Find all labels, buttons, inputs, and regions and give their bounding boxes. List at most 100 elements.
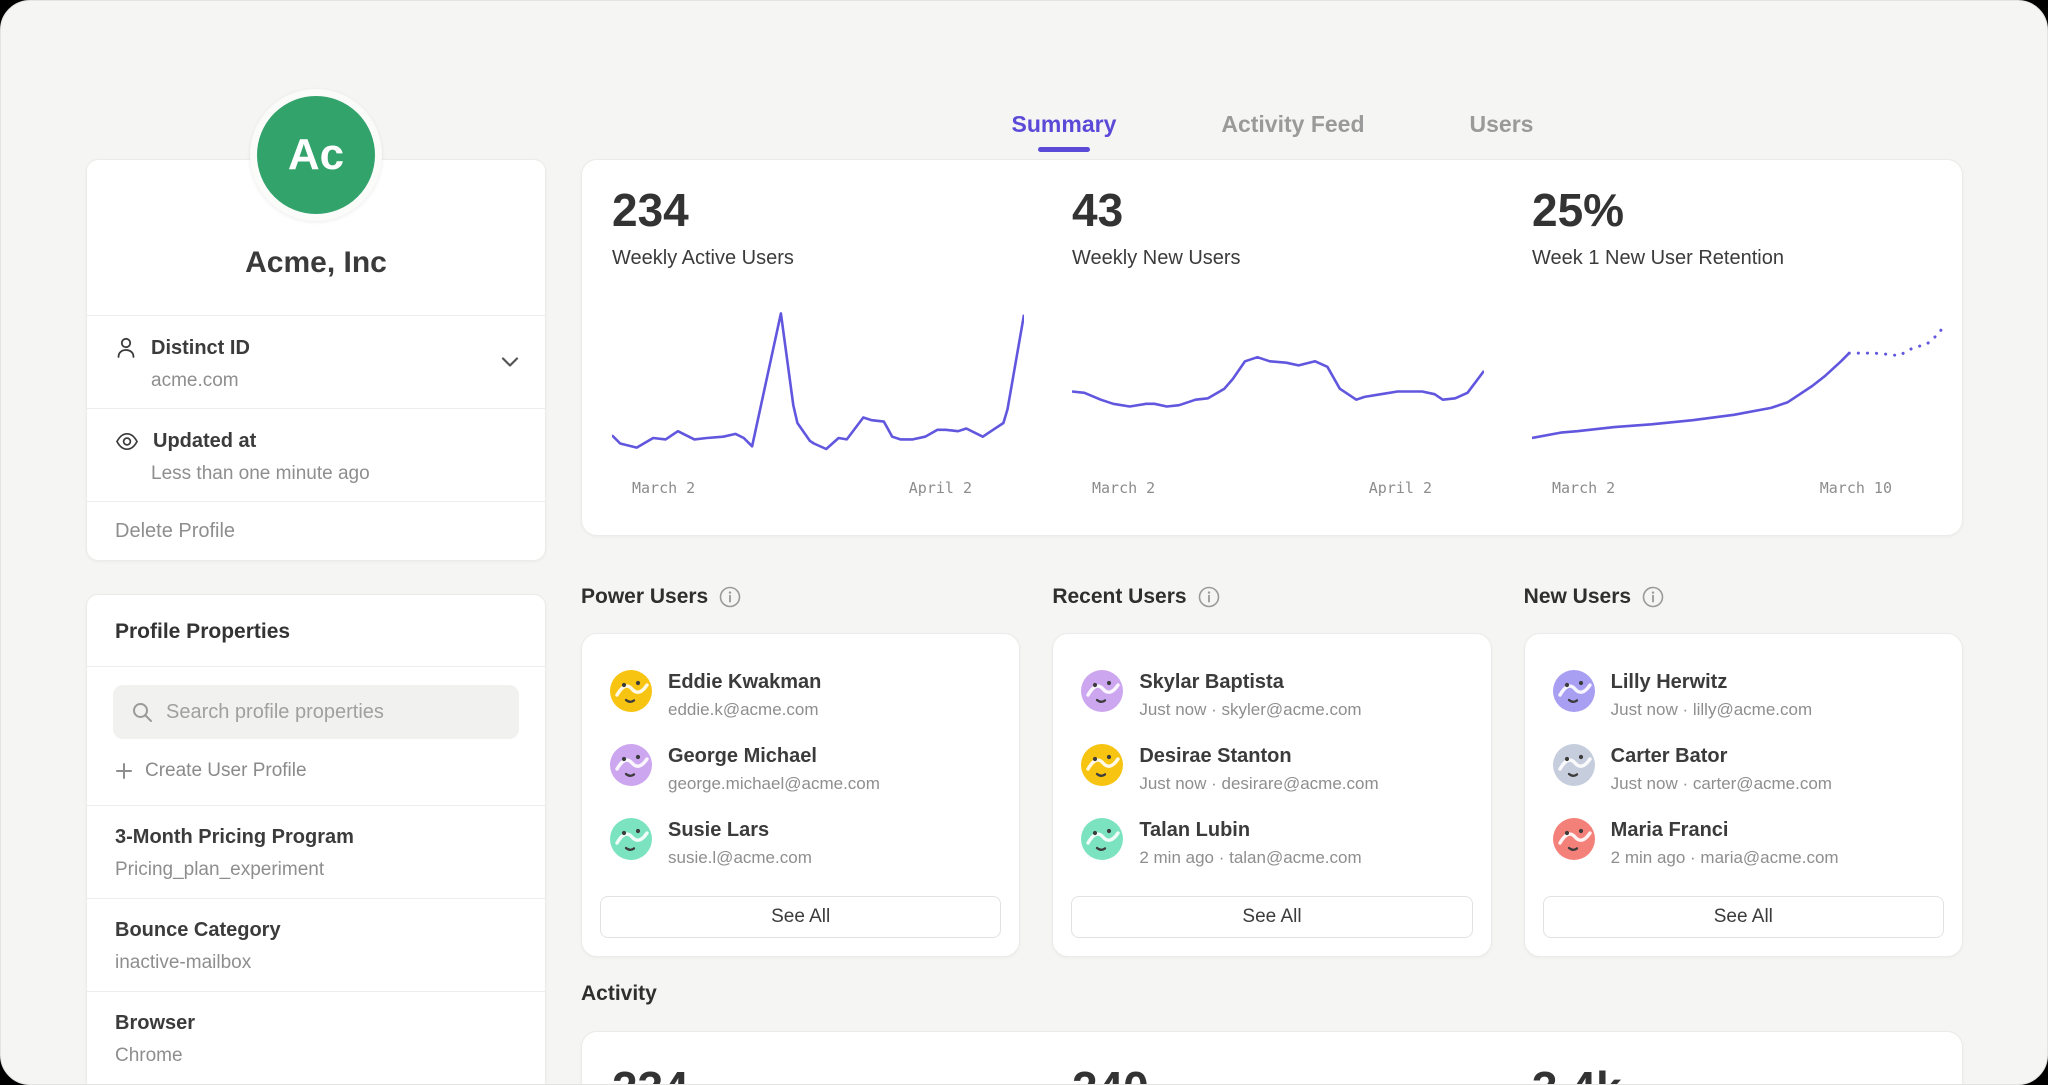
user-avatar [1081,744,1123,786]
sidebar: Ac Acme, Inc Distinct ID acme.com [86,1,546,1084]
chevron-down-icon[interactable] [501,357,519,368]
tab-users[interactable]: Users [1470,111,1534,152]
profile-properties-title: Profile Properties [115,620,290,643]
stat-number: 234 [612,1064,1042,1085]
active-tab-underline [1038,147,1090,152]
property-name: Bounce Category [115,918,517,942]
user-row[interactable]: Eddie Kwakman eddie.k@acme.com [582,658,1019,732]
create-user-profile-label: Create User Profile [145,759,307,783]
stat-label: Weekly New Users [1072,246,1502,270]
search-placeholder: Search profile properties [166,701,384,724]
company-avatar-initials: Ac [288,130,344,180]
user-subtext: susie.l@acme.com [668,847,812,868]
user-avatar [1081,818,1123,860]
user-subtext: george.michael@acme.com [668,773,880,794]
user-name: Carter Bator [1611,744,1832,768]
stat-label: Weekly Active Users [612,246,1042,270]
summary-stats-card: 234 Weekly Active Users March 2 April 2 … [581,159,1963,536]
retention-stat: 25% Week 1 New User Retention March 2 Ma… [1502,160,1962,535]
tab-bar: Summary Activity Feed Users [581,111,1964,152]
activity-section-title: Activity [581,982,657,1006]
user-name: Desirae Stanton [1139,744,1378,768]
person-icon [115,336,137,360]
updated-at-label: Updated at [153,429,256,453]
user-avatar [610,744,652,786]
x-tick: March 2 [1552,479,1615,497]
delete-profile-button[interactable]: Delete Profile [87,501,545,560]
distinct-id-value: acme.com [151,369,517,393]
property-value: inactive-mailbox [115,951,517,975]
activity-stat: 240 [1042,1032,1502,1085]
user-row[interactable]: Talan Lubin 2 min ago · talan@acme.com [1053,806,1490,880]
x-tick: April 2 [1369,479,1432,497]
new-users-card: Lilly Herwitz Just now · lilly@acme.com … [1524,633,1963,957]
see-all-button[interactable]: See All [1071,896,1472,938]
info-icon[interactable] [1642,586,1664,608]
app-window: Ac Acme, Inc Distinct ID acme.com [0,0,2048,1085]
property-row[interactable]: Browser Chrome [87,991,545,1084]
plus-icon [115,762,133,780]
user-row[interactable]: Skylar Baptista Just now · skyler@acme.c… [1053,658,1490,732]
weekly-new-users-chart [1072,308,1484,453]
user-subtext: 2 min ago · maria@acme.com [1611,847,1839,868]
stat-number: 240 [1072,1064,1502,1085]
tab-activity-feed[interactable]: Activity Feed [1221,111,1364,152]
weekly-active-users-stat: 234 Weekly Active Users March 2 April 2 [582,160,1042,535]
section-title: Power Users [581,585,708,609]
stat-number: 25% [1532,186,1962,234]
stat-number: 234 [612,186,1042,234]
user-avatar [610,670,652,712]
divider [87,666,545,667]
user-row[interactable]: Maria Franci 2 min ago · maria@acme.com [1525,806,1962,880]
user-subtext: Just now · carter@acme.com [1611,773,1832,794]
user-row[interactable]: George Michael george.michael@acme.com [582,732,1019,806]
x-tick: March 10 [1820,479,1892,497]
recent-users-card: Skylar Baptista Just now · skyler@acme.c… [1052,633,1491,957]
tab-summary[interactable]: Summary [1012,111,1117,152]
eye-icon [115,432,139,451]
user-subtext: Just now · skyler@acme.com [1139,699,1361,720]
new-users-section: New Users Lilly Herwitz Just now · lilly… [1524,584,1963,957]
user-sections: Power Users Eddie Kwakman eddie.k@acme.c… [581,584,1963,957]
company-name: Acme, Inc [245,246,387,280]
user-row[interactable]: Carter Bator Just now · carter@acme.com [1525,732,1962,806]
user-avatar [1553,818,1595,860]
x-tick: March 2 [632,479,695,497]
profile-properties-search[interactable]: Search profile properties [113,685,519,739]
user-name: George Michael [668,744,880,768]
distinct-id-row[interactable]: Distinct ID acme.com [87,315,545,408]
user-row[interactable]: Lilly Herwitz Just now · lilly@acme.com [1525,658,1962,732]
user-subtext: eddie.k@acme.com [668,699,821,720]
user-name: Susie Lars [668,818,812,842]
company-avatar: Ac [250,89,382,221]
user-avatar [1553,670,1595,712]
user-avatar [610,818,652,860]
weekly-active-users-chart [612,308,1024,453]
property-value: Chrome [115,1044,517,1068]
property-name: 3-Month Pricing Program [115,825,517,849]
property-row[interactable]: Bounce Category inactive-mailbox [87,898,545,991]
weekly-new-users-stat: 43 Weekly New Users March 2 April 2 [1042,160,1502,535]
user-subtext: Just now · lilly@acme.com [1611,699,1812,720]
property-row[interactable]: 3-Month Pricing Program Pricing_plan_exp… [87,805,545,898]
user-name: Talan Lubin [1139,818,1361,842]
activity-stat: 3.4k [1502,1032,1962,1085]
user-name: Maria Franci [1611,818,1839,842]
create-user-profile-button[interactable]: Create User Profile [115,759,517,783]
see-all-button[interactable]: See All [1543,896,1944,938]
see-all-button[interactable]: See All [600,896,1001,938]
profile-properties-card: Profile Properties Search profile proper… [86,594,546,1085]
stat-number: 43 [1072,186,1502,234]
x-tick: March 2 [1092,479,1155,497]
user-row[interactable]: Susie Lars susie.l@acme.com [582,806,1019,880]
section-title: Recent Users [1052,585,1186,609]
user-name: Eddie Kwakman [668,670,821,694]
activity-stat: 234 [582,1032,1042,1085]
main-content: Summary Activity Feed Users 234 Weekly A… [581,1,1964,1084]
info-icon[interactable] [1198,586,1220,608]
activity-card: 234 240 3.4k [581,1031,1963,1085]
user-avatar [1081,670,1123,712]
user-name: Skylar Baptista [1139,670,1361,694]
info-icon[interactable] [719,586,741,608]
user-row[interactable]: Desirae Stanton Just now · desirare@acme… [1053,732,1490,806]
